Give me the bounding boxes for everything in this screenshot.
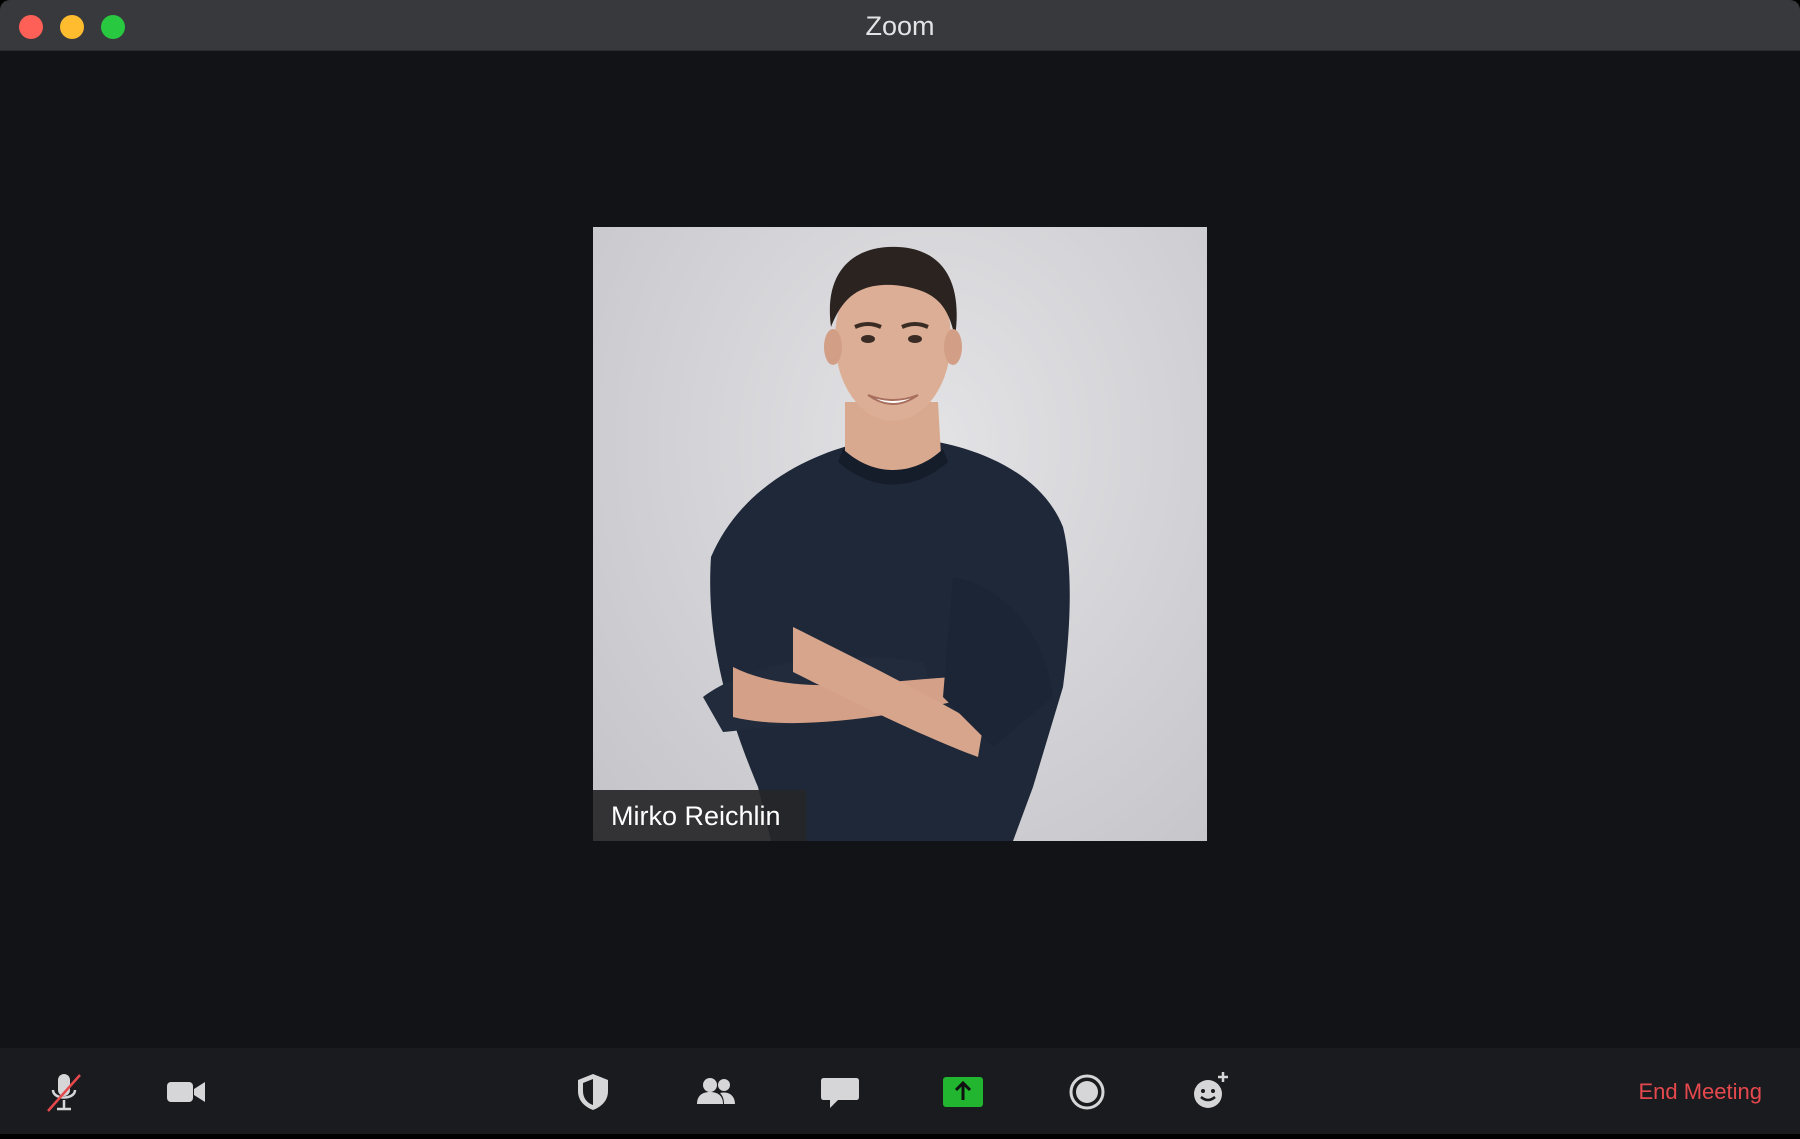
participants-icon xyxy=(697,1078,735,1104)
end-meeting-button[interactable]: End Meeting xyxy=(1638,1074,1762,1110)
participants-button[interactable] xyxy=(686,1064,746,1120)
participant-video-tile[interactable]: Mirko Reichlin xyxy=(593,227,1207,841)
video-camera-icon xyxy=(167,1082,205,1102)
share-screen-icon xyxy=(943,1077,983,1107)
start-video-button[interactable] xyxy=(156,1064,216,1120)
zoom-window: Zoom Mirko Reichlin End Meeting xyxy=(0,0,1800,1134)
record-icon xyxy=(1069,1074,1105,1110)
security-button[interactable] xyxy=(563,1064,623,1120)
shield-icon xyxy=(578,1074,608,1110)
chat-button[interactable] xyxy=(810,1064,870,1120)
share-screen-button[interactable] xyxy=(933,1064,993,1120)
reactions-button[interactable] xyxy=(1180,1064,1240,1120)
participant-name-label: Mirko Reichlin xyxy=(593,790,806,841)
microphone-muted-icon xyxy=(47,1074,81,1112)
window-title: Zoom xyxy=(865,11,935,41)
chat-bubble-icon xyxy=(821,1078,859,1108)
meeting-toolbar: End Meeting xyxy=(0,1048,1800,1134)
reactions-icon xyxy=(1194,1072,1228,1108)
title-bar: Zoom xyxy=(0,0,1800,51)
participant-video-image xyxy=(703,246,1070,841)
record-button[interactable] xyxy=(1057,1064,1117,1120)
mute-button[interactable] xyxy=(34,1064,94,1120)
